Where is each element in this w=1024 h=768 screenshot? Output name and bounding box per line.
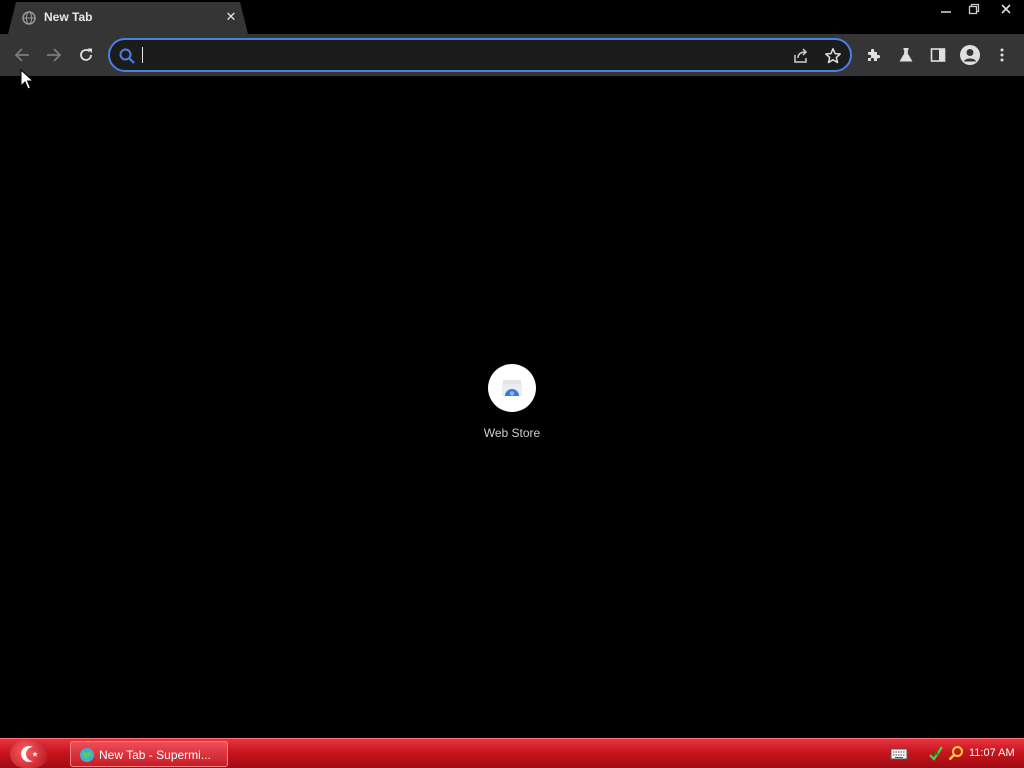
extensions-button[interactable]: [862, 43, 886, 67]
browser-toolbar: [0, 34, 1024, 76]
arrow-left-icon: [14, 48, 29, 62]
side-panel-icon: [930, 48, 946, 62]
taskbar: New Tab - Supermi... 11:07 AM: [0, 738, 1024, 768]
arrow-right-icon: [47, 48, 62, 62]
shortcut-label: Web Store: [483, 426, 541, 440]
labs-button[interactable]: [894, 43, 918, 67]
star-icon[interactable]: [824, 47, 842, 65]
share-icon[interactable]: [792, 47, 810, 65]
minimize-button[interactable]: [932, 0, 960, 18]
restore-button[interactable]: [960, 0, 988, 18]
text-caret: [142, 47, 143, 63]
shortcut-tile: [488, 364, 536, 412]
magnifier-icon[interactable]: [948, 745, 964, 761]
shortcut-web-store[interactable]: Web Store: [462, 362, 562, 452]
mouse-cursor-icon: [20, 69, 34, 90]
profile-button[interactable]: [958, 43, 982, 67]
window-close-button[interactable]: [988, 0, 1024, 18]
back-button[interactable]: [10, 43, 34, 67]
labs-flask-icon: [899, 48, 913, 62]
address-input[interactable]: [140, 44, 740, 66]
restore-icon: [968, 3, 980, 15]
tab-new-tab[interactable]: New Tab ✕: [8, 2, 248, 34]
web-store-icon: [502, 380, 522, 396]
minimize-icon: [941, 11, 951, 13]
network-icon[interactable]: [928, 745, 944, 761]
menu-button[interactable]: [990, 43, 1014, 67]
forward-button[interactable]: [42, 43, 66, 67]
tab-title: New Tab: [44, 10, 93, 24]
omnibox[interactable]: [108, 38, 852, 72]
reload-button[interactable]: [74, 43, 98, 67]
start-logo-icon: [21, 746, 38, 762]
start-button[interactable]: [10, 740, 48, 768]
search-icon: [119, 48, 135, 64]
window-controls: [932, 0, 1024, 18]
profile-icon: [960, 45, 980, 65]
globe-icon: [22, 11, 36, 25]
tab-close-button[interactable]: ✕: [222, 8, 240, 26]
extensions-icon: [868, 48, 881, 61]
menu-icon: [1000, 48, 1004, 62]
new-tab-page: Web Store: [0, 76, 1024, 738]
close-icon: [1001, 4, 1011, 14]
taskbar-item-label: New Tab - Supermi...: [99, 748, 211, 762]
side-panel-button[interactable]: [926, 43, 950, 67]
tab-strip: New Tab ✕: [0, 0, 1024, 34]
keyboard-icon[interactable]: [890, 747, 908, 761]
clock[interactable]: 11:07 AM: [969, 747, 1015, 759]
browser-globe-icon: [80, 748, 94, 762]
reload-icon: [80, 48, 92, 61]
taskbar-item-browser[interactable]: New Tab - Supermi...: [70, 741, 228, 767]
